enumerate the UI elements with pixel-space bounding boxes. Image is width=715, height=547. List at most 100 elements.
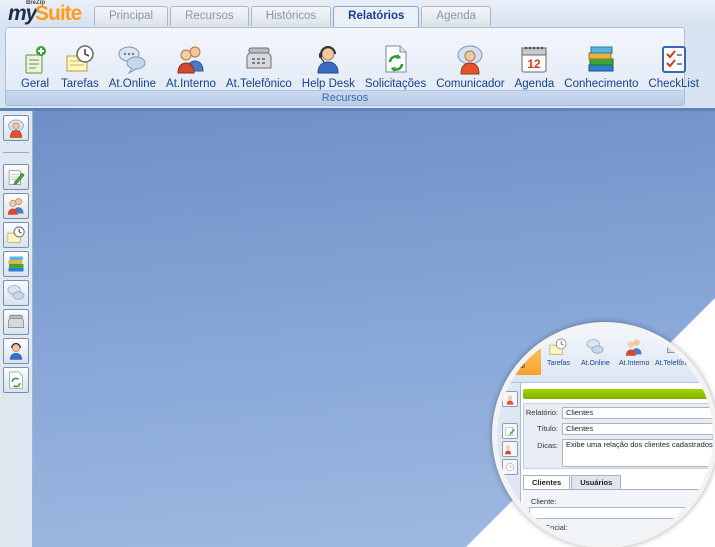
tab-recursos[interactable]: Recursos bbox=[170, 6, 249, 26]
tarefas-icon bbox=[550, 338, 567, 355]
users-icon bbox=[177, 46, 204, 74]
left-tool-tarefas[interactable] bbox=[3, 222, 29, 248]
ribbon-button-solicitacoes[interactable]: Solicitações bbox=[360, 34, 431, 90]
ribbon-button-tarefas[interactable]: Tarefas bbox=[56, 34, 104, 90]
magnifier-at-telefonico: At.Telefônico bbox=[655, 337, 695, 367]
headset-icon bbox=[9, 342, 23, 360]
ribbon-button-agenda[interactable]: 12 Agenda bbox=[510, 34, 560, 90]
telephone-icon bbox=[667, 341, 683, 353]
tab-principal[interactable]: Principal bbox=[94, 6, 169, 26]
books-icon bbox=[588, 46, 614, 72]
mysuite-logo: BreZip my Suite bbox=[6, 0, 86, 27]
tarefas-icon bbox=[506, 463, 514, 471]
telephone-icon bbox=[246, 47, 272, 69]
calendar-icon: 12 bbox=[521, 46, 547, 73]
magnifier-zoom: ral Tarefas At.Online At.Interno At.Tele… bbox=[492, 322, 715, 547]
dicas-label: Dicas: bbox=[537, 441, 558, 450]
magnifier-left-tool-tarefas bbox=[502, 459, 518, 475]
main-tabs: Principal Recursos Históricos Relatórios… bbox=[94, 6, 492, 27]
ribbon-label-at-interno: At.Interno bbox=[166, 78, 216, 90]
checklist-icon bbox=[661, 46, 686, 73]
magnifier-green-header bbox=[523, 389, 713, 399]
ribbon-label-checklist: CheckList bbox=[648, 78, 699, 90]
ribbon-button-at-telefonico[interactable]: At.Telefônico bbox=[221, 34, 297, 90]
ribbon-label-comunicador: Comunicador bbox=[436, 78, 505, 90]
top-bar: BreZip my Suite Principal Recursos Histó… bbox=[0, 0, 715, 27]
magnifier-tab-clientes: Clientes bbox=[523, 475, 571, 489]
users-icon bbox=[626, 339, 642, 356]
magnifier-tab-usuarios: Usuários bbox=[571, 475, 622, 489]
headset-icon bbox=[317, 46, 339, 74]
magnifier-left-toolbar bbox=[497, 383, 521, 543]
tab-relatorios[interactable]: Relatórios bbox=[333, 6, 420, 27]
ribbon-button-at-interno[interactable]: At.Interno bbox=[161, 34, 221, 90]
ribbon-button-at-online[interactable]: At.Online bbox=[104, 34, 161, 90]
titulo-field: Clientes bbox=[562, 423, 713, 435]
edit-note-icon bbox=[505, 427, 515, 436]
left-tool-comunicador[interactable] bbox=[3, 115, 29, 141]
titulo-label: Título: bbox=[537, 424, 558, 433]
document-refresh-icon bbox=[9, 371, 23, 389]
tarefas-icon bbox=[66, 45, 94, 72]
ribbon-panel: Geral Tarefas At.Online At.Interno At.Te… bbox=[5, 27, 699, 106]
ribbon-label-help-desk: Help Desk bbox=[301, 78, 355, 90]
ribbon-button-checklist[interactable]: CheckList bbox=[643, 34, 704, 90]
relatorio-field: Clientes bbox=[562, 407, 713, 419]
tarefas-icon bbox=[7, 226, 25, 243]
left-tool-at-telefonico[interactable] bbox=[3, 309, 29, 335]
document-refresh-icon bbox=[385, 45, 407, 73]
magnifier-left-tool-comunicador bbox=[502, 391, 518, 407]
calendar-day-number: 12 bbox=[528, 57, 542, 71]
magnifier-geral-label: ral bbox=[517, 363, 525, 370]
relatorio-label: Relatório: bbox=[525, 408, 558, 417]
razao-social-label: zão Social: bbox=[531, 523, 568, 532]
left-tool-at-online[interactable] bbox=[3, 280, 29, 306]
magnifier-tabs: Clientes Usuários bbox=[523, 475, 622, 489]
magnifier-report-form: Relatório: Clientes Título: Clientes Dic… bbox=[523, 403, 713, 469]
magnifier-tab-panel: Cliente: zão Social: bbox=[523, 489, 713, 543]
ribbon-group-label: Recursos bbox=[6, 90, 684, 105]
ribbon-label-solicitacoes: Solicitações bbox=[364, 78, 427, 90]
magnifier-left-tool-edit bbox=[502, 423, 518, 439]
ribbon-button-comunicador[interactable]: Comunicador bbox=[431, 34, 509, 90]
magnifier-content: ral Tarefas At.Online At.Interno At.Tele… bbox=[497, 327, 713, 543]
edit-note-icon bbox=[8, 170, 25, 185]
users-icon bbox=[505, 445, 512, 455]
left-toolbar bbox=[0, 111, 33, 547]
ribbon-label-agenda: Agenda bbox=[514, 78, 555, 90]
messenger-icon bbox=[8, 119, 24, 138]
chat-bubbles-icon bbox=[118, 46, 146, 75]
ribbon-label-at-online: At.Online bbox=[108, 78, 157, 90]
left-tool-edit[interactable] bbox=[3, 164, 29, 190]
magnifier-at-interno: At.Interno bbox=[619, 337, 649, 367]
geral-icon bbox=[25, 46, 46, 74]
books-icon bbox=[8, 256, 24, 272]
left-tool-users[interactable] bbox=[3, 193, 29, 219]
magnifier-at-online: At.Online bbox=[581, 337, 610, 367]
ribbon-label-tarefas: Tarefas bbox=[61, 78, 99, 90]
messenger-icon bbox=[457, 45, 483, 75]
ribbon-label-at-telefonico: At.Telefônico bbox=[225, 78, 292, 90]
left-tool-help-desk[interactable] bbox=[3, 338, 29, 364]
ribbon-items: Geral Tarefas At.Online At.Interno At.Te… bbox=[14, 34, 704, 90]
magnifier-at-telefonico-label: At.Telefônico bbox=[655, 360, 696, 367]
tab-agenda[interactable]: Agenda bbox=[421, 6, 492, 26]
left-tool-conhecimento[interactable] bbox=[3, 251, 29, 277]
magnifier-at-online-label: At.Online bbox=[581, 360, 610, 367]
ribbon-button-help-desk[interactable]: Help Desk bbox=[297, 34, 360, 90]
cliente-label: Cliente: bbox=[531, 497, 557, 506]
cliente-field bbox=[529, 507, 711, 519]
chat-bubbles-icon bbox=[7, 285, 25, 300]
logo-suite: Suite bbox=[35, 2, 82, 25]
magnifier-left-tool-users bbox=[502, 441, 518, 457]
magnifier-at-interno-label: At.Interno bbox=[619, 360, 650, 367]
left-tool-solicitacoes[interactable] bbox=[3, 367, 29, 393]
chat-bubbles-icon bbox=[586, 339, 604, 354]
ribbon-button-conhecimento[interactable]: Conhecimento bbox=[559, 34, 643, 90]
ribbon-button-geral[interactable]: Geral bbox=[14, 34, 56, 90]
telephone-icon bbox=[8, 314, 24, 328]
users-icon bbox=[7, 198, 24, 215]
tab-historicos[interactable]: Históricos bbox=[250, 6, 332, 26]
left-toolbar-divider bbox=[3, 152, 29, 153]
magnifier-ribbon: ral Tarefas At.Online At.Interno At.Tele… bbox=[497, 327, 713, 383]
